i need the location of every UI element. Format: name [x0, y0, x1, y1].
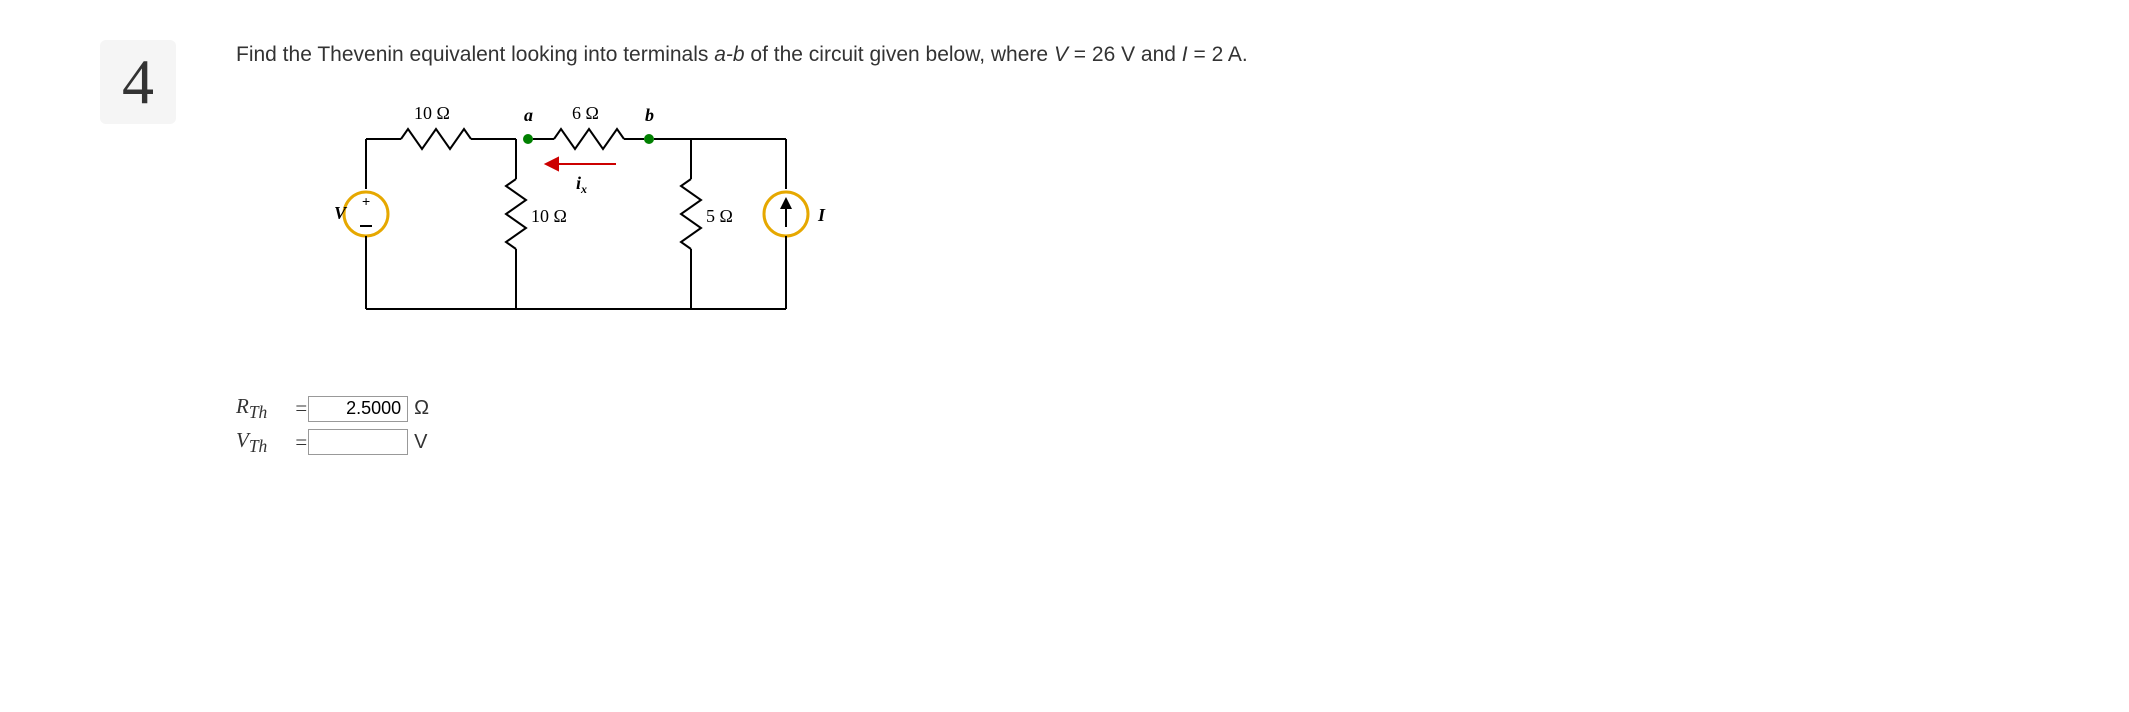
label-I: I — [817, 205, 826, 225]
prompt-eq2: = 2 A. — [1188, 43, 1248, 66]
prompt-V: V — [1054, 43, 1068, 66]
terminal-b — [644, 134, 654, 144]
vth-eq: = — [294, 430, 308, 455]
label-r-vert-right: 5 Ω — [706, 206, 733, 226]
label-ix: ix — [576, 173, 587, 196]
prompt-text: Find the Thevenin equivalent looking int… — [236, 40, 2029, 69]
label-r-top-left: 10 Ω — [414, 103, 450, 123]
rth-row: RTh = Ω — [236, 394, 2029, 423]
vth-label: VTh — [236, 428, 294, 457]
vth-row: VTh = V — [236, 428, 2029, 457]
question-content: Find the Thevenin equivalent looking int… — [236, 40, 2029, 461]
vth-input[interactable] — [308, 429, 408, 455]
prompt-ab: a-b — [714, 43, 744, 66]
circuit-diagram: 10 Ω a 6 Ω b + V — [296, 89, 2029, 354]
label-node-a: a — [524, 105, 533, 125]
prompt-part-2: of the circuit given below, where — [745, 43, 1054, 66]
question-container: 4 Find the Thevenin equivalent looking i… — [100, 40, 2029, 461]
label-r-top-mid: 6 Ω — [572, 103, 599, 123]
question-number: 4 — [100, 40, 176, 124]
prompt-part-1: Find the Thevenin equivalent looking int… — [236, 43, 714, 66]
answer-block: RTh = Ω VTh = V — [236, 394, 2029, 456]
rth-eq: = — [294, 396, 308, 421]
rth-label: RTh — [236, 394, 294, 423]
label-V: V — [334, 203, 348, 223]
rth-unit: Ω — [414, 397, 429, 420]
circuit-svg: 10 Ω a 6 Ω b + V — [296, 89, 856, 349]
label-node-b: b — [645, 105, 654, 125]
prompt-eq1: = 26 V and — [1068, 43, 1182, 66]
label-r-vert-mid: 10 Ω — [531, 206, 567, 226]
vth-unit: V — [414, 431, 427, 454]
rth-input[interactable] — [308, 396, 408, 422]
terminal-a — [523, 134, 533, 144]
vsource-plus: + — [362, 193, 370, 209]
